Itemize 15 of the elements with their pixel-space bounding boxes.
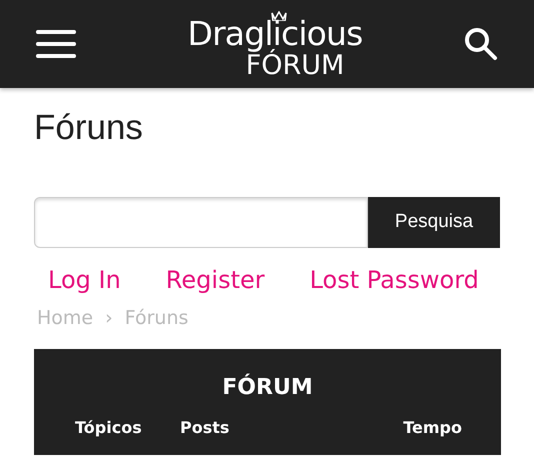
page-title: Fóruns [34, 107, 144, 149]
crown-icon [271, 11, 288, 21]
auth-link[interactable]: Lost Password [310, 262, 479, 298]
search-button[interactable]: Pesquisa [368, 197, 500, 248]
auth-link[interactable]: Register [166, 262, 265, 298]
column-header: Posts [180, 416, 230, 438]
search-icon[interactable] [464, 27, 498, 61]
auth-link[interactable]: Log In [48, 262, 121, 298]
forum-heading: FÓRUM [221, 372, 314, 402]
menu-icon[interactable] [36, 28, 76, 60]
search-field[interactable] [34, 197, 368, 248]
breadcrumb-separator: › [105, 306, 113, 331]
column-header: Tópicos [75, 416, 143, 438]
column-header: Tempo [403, 416, 462, 438]
logo[interactable]: Draglicious FÓRUM [187, 9, 363, 79]
